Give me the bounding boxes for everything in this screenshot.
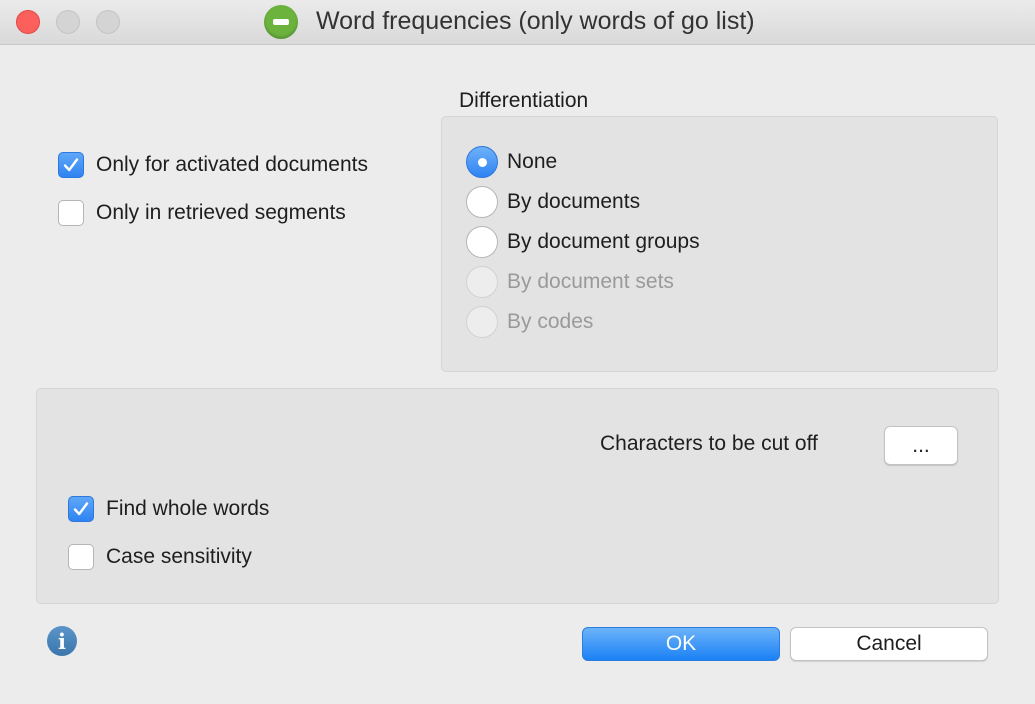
checkbox-label: Only for activated documents — [96, 153, 368, 176]
ok-button[interactable]: OK — [582, 627, 780, 661]
differentiation-heading: Differentiation — [459, 89, 589, 112]
radio-label: By codes — [507, 310, 594, 333]
radio-by-document-groups[interactable]: By document groups — [466, 226, 700, 258]
radio-button — [466, 306, 498, 338]
info-icon[interactable]: i — [47, 626, 77, 656]
radio-label: By document sets — [507, 270, 674, 293]
title-bar: Word frequencies (only words of go list) — [0, 0, 1035, 45]
radio-button[interactable] — [466, 226, 498, 258]
window-title: Word frequencies (only words of go list) — [316, 7, 755, 35]
checkbox-box[interactable] — [58, 200, 84, 226]
checkbox-label: Only in retrieved segments — [96, 201, 346, 224]
cancel-button[interactable]: Cancel — [790, 627, 988, 661]
checkbox-box[interactable] — [58, 152, 84, 178]
radio-button[interactable] — [466, 146, 498, 178]
close-window-button[interactable] — [16, 10, 40, 34]
find-whole-words-checkbox[interactable]: Find whole words — [68, 496, 269, 522]
radio-button — [466, 266, 498, 298]
radio-label: By document groups — [507, 230, 700, 253]
radio-by-codes: By codes — [466, 306, 593, 338]
radio-button[interactable] — [466, 186, 498, 218]
checkbox-label: Find whole words — [106, 497, 270, 520]
characters-cut-off-label: Characters to be cut off — [600, 432, 818, 455]
dialog-window: Word frequencies (only words of go list)… — [0, 0, 1035, 704]
radio-none[interactable]: None — [466, 146, 557, 178]
radio-label: By documents — [507, 190, 641, 213]
case-sensitivity-checkbox[interactable]: Case sensitivity — [68, 544, 252, 570]
checkbox-box[interactable] — [68, 544, 94, 570]
radio-by-document-sets: By document sets — [466, 266, 674, 298]
radio-label: None — [507, 150, 558, 173]
characters-cut-off-button[interactable]: ... — [884, 426, 958, 465]
checkbox-label: Case sensitivity — [106, 545, 252, 568]
checkmark-icon — [63, 158, 79, 172]
only-retrieved-segments-checkbox[interactable]: Only in retrieved segments — [58, 200, 346, 226]
checkmark-icon — [73, 502, 89, 516]
zoom-window-button[interactable] — [96, 10, 120, 34]
only-activated-documents-checkbox[interactable]: Only for activated documents — [58, 152, 368, 178]
minimize-window-button[interactable] — [56, 10, 80, 34]
radio-by-documents[interactable]: By documents — [466, 186, 640, 218]
checkbox-box[interactable] — [68, 496, 94, 522]
minus-circle-icon — [264, 5, 298, 39]
